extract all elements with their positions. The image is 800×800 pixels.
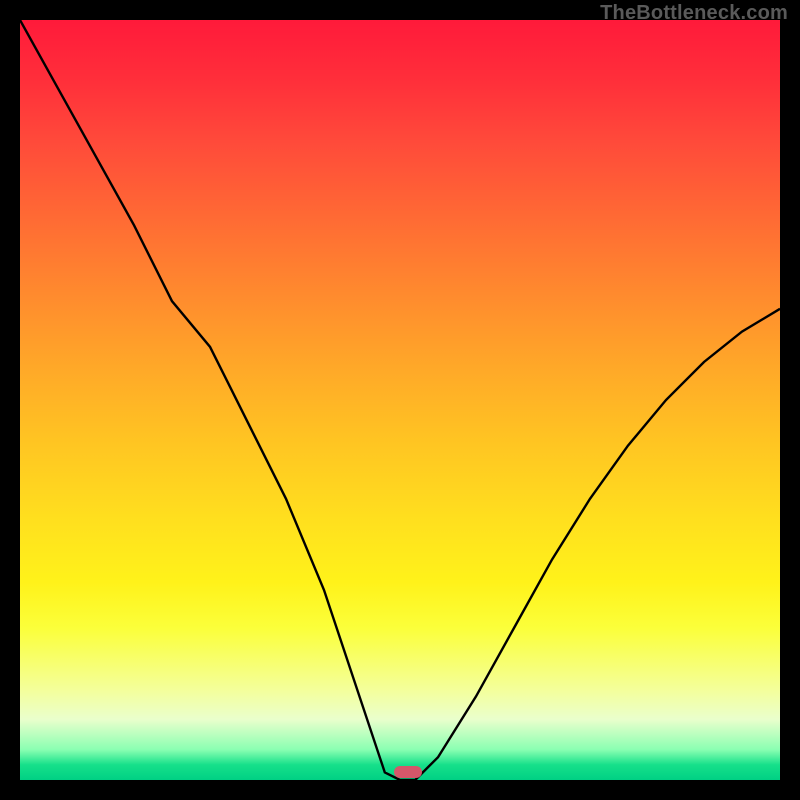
- bottleneck-curve: [20, 20, 780, 780]
- chart-frame: TheBottleneck.com: [0, 0, 800, 800]
- optimal-point-marker: [394, 766, 422, 778]
- plot-area: [20, 20, 780, 780]
- curve-path: [20, 20, 780, 780]
